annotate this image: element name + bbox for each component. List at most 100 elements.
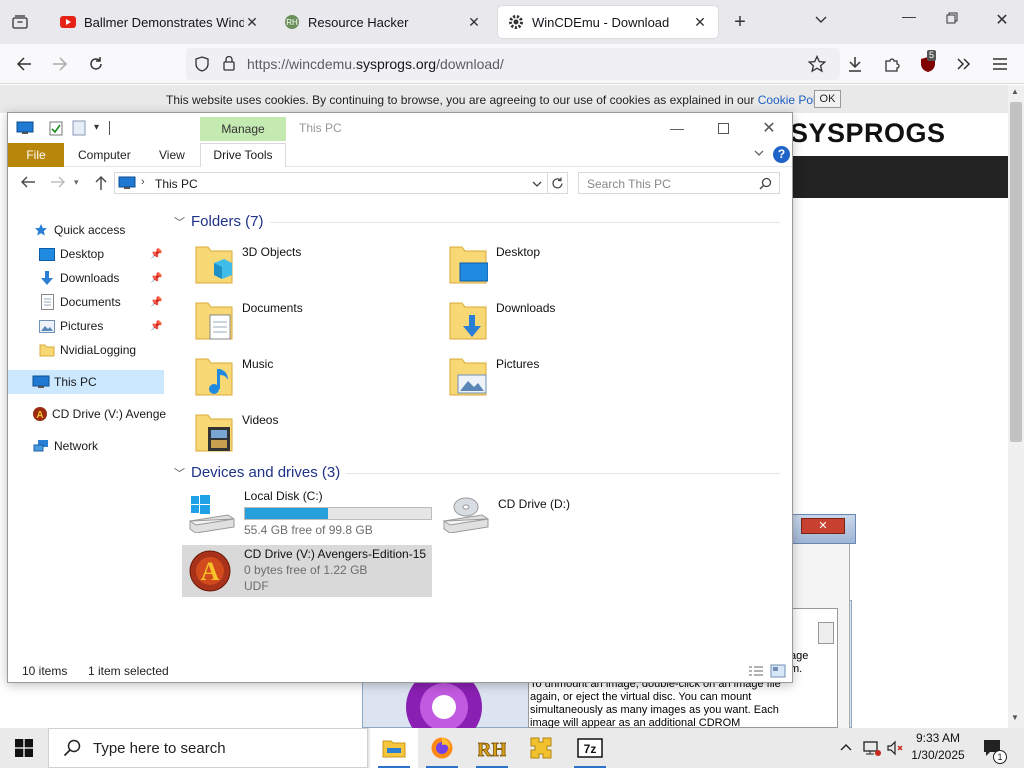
folder-tile-3d-objects[interactable]: 3D Objects bbox=[194, 241, 434, 293]
taskbar-firefox[interactable] bbox=[418, 728, 466, 768]
manage-contextual-tab[interactable]: Manage bbox=[200, 117, 286, 141]
start-button[interactable] bbox=[0, 728, 48, 768]
explorer-titlebar[interactable]: ▾ Manage This PC — ✕ bbox=[8, 113, 792, 145]
svg-text:RH: RH bbox=[478, 739, 506, 760]
resource-hacker-icon: RH bbox=[478, 736, 506, 760]
overflow-chevrons-icon[interactable] bbox=[950, 50, 978, 78]
close-icon[interactable]: ✕ bbox=[746, 113, 792, 143]
recent-locations-chevron-icon[interactable]: ▾ bbox=[74, 177, 79, 188]
ublock-shield-icon[interactable]: 5 bbox=[914, 50, 942, 78]
taskbar-puzzle-app[interactable] bbox=[517, 728, 565, 768]
nav-this-pc[interactable]: This PC bbox=[8, 370, 164, 394]
minimize-icon[interactable]: — bbox=[654, 113, 700, 143]
tab-list-chevron-icon[interactable] bbox=[814, 12, 838, 32]
breadcrumb-this-pc[interactable]: This PC bbox=[155, 177, 198, 191]
network-status-icon[interactable] bbox=[862, 739, 882, 757]
back-arrow-icon[interactable] bbox=[10, 50, 38, 78]
forward-arrow-icon[interactable] bbox=[46, 50, 74, 78]
nav-pictures[interactable]: Pictures bbox=[38, 314, 138, 338]
browser-tab-active[interactable]: WinCDEmu - Download ✕ bbox=[498, 6, 718, 38]
large-icons-view-icon[interactable] bbox=[770, 664, 786, 678]
close-tab-icon[interactable]: ✕ bbox=[244, 14, 260, 30]
svg-text:A: A bbox=[36, 410, 43, 421]
devices-group-header[interactable]: ﹀ Devices and drives (3) bbox=[174, 464, 340, 481]
forward-arrow-icon[interactable] bbox=[50, 175, 66, 189]
collapse-chevron-icon[interactable]: ﹀ bbox=[174, 214, 185, 230]
pin-icon[interactable]: 📌 bbox=[150, 297, 162, 308]
tab-overview-icon[interactable] bbox=[8, 10, 32, 34]
lock-icon[interactable] bbox=[222, 55, 236, 71]
shield-icon[interactable] bbox=[194, 56, 210, 72]
reload-icon[interactable] bbox=[82, 50, 110, 78]
refresh-button[interactable] bbox=[548, 172, 568, 194]
tab-computer[interactable]: Computer bbox=[78, 148, 131, 162]
disk-usage-bar bbox=[244, 507, 432, 520]
breadcrumb-chevron-icon[interactable]: › bbox=[141, 176, 145, 188]
cookie-ok-button[interactable]: OK bbox=[814, 90, 841, 108]
taskbar-resource-hacker[interactable]: RH bbox=[468, 728, 516, 768]
search-icon[interactable] bbox=[759, 177, 772, 190]
close-browser-icon[interactable]: ✕ bbox=[992, 10, 1012, 30]
drive-tile-d[interactable]: CD Drive (D:) bbox=[442, 489, 692, 539]
scroll-down-icon[interactable]: ▼ bbox=[1011, 713, 1019, 722]
folder-tile-downloads[interactable]: Downloads bbox=[448, 297, 688, 349]
drive-tile-c[interactable]: Local Disk (C:) 55.4 GB free of 99.8 GB bbox=[188, 489, 438, 539]
folder-tile-documents[interactable]: Documents bbox=[194, 297, 434, 349]
pin-icon[interactable]: 📌 bbox=[150, 273, 162, 284]
scroll-up-icon[interactable]: ▲ bbox=[1011, 87, 1019, 96]
tab-file[interactable]: File bbox=[8, 143, 64, 167]
pin-icon[interactable]: 📌 bbox=[150, 321, 162, 332]
nav-network[interactable]: Network bbox=[32, 434, 166, 458]
folder-tile-videos[interactable]: Videos bbox=[194, 409, 434, 461]
properties-check-icon[interactable] bbox=[48, 120, 64, 136]
nav-cd-drive-v[interactable]: A CD Drive (V:) Avengers-Edition-15 bbox=[32, 402, 166, 426]
browser-tab[interactable]: RH Resource Hacker ✕ bbox=[274, 6, 492, 38]
nav-quick-access[interactable]: Quick access bbox=[32, 218, 166, 242]
help-icon[interactable]: ? bbox=[773, 146, 790, 163]
search-field[interactable]: Search This PC bbox=[578, 172, 780, 194]
quick-access-toolbar-dropdown-icon[interactable]: ▾ bbox=[94, 122, 99, 133]
taskbar-file-explorer[interactable] bbox=[370, 728, 418, 768]
minimize-browser-icon[interactable]: — bbox=[898, 8, 920, 30]
new-tab-icon[interactable]: + bbox=[728, 10, 752, 34]
taskbar-search-box[interactable]: Type here to search bbox=[48, 728, 368, 768]
up-arrow-icon[interactable] bbox=[94, 175, 108, 191]
folders-group-header[interactable]: ﹀ Folders (7) bbox=[174, 213, 264, 230]
new-folder-icon[interactable] bbox=[72, 120, 86, 136]
illustration-scroll-thumb bbox=[818, 622, 834, 644]
extensions-puzzle-icon[interactable] bbox=[878, 50, 906, 78]
show-hidden-icons-chevron-icon[interactable] bbox=[839, 741, 853, 753]
folder-tile-pictures[interactable]: Pictures bbox=[448, 353, 688, 405]
downloads-icon[interactable] bbox=[841, 50, 869, 78]
tab-drive-tools[interactable]: Drive Tools bbox=[200, 143, 286, 167]
nav-nvidialogging[interactable]: NvidiaLogging bbox=[38, 338, 166, 362]
folder-tile-desktop[interactable]: Desktop bbox=[448, 241, 688, 293]
hamburger-menu-icon[interactable] bbox=[986, 50, 1014, 78]
system-clock[interactable]: 9:33 AM 1/30/2025 bbox=[906, 730, 970, 764]
taskbar-7zip[interactable]: 7z bbox=[566, 728, 614, 768]
expand-ribbon-chevron-icon[interactable] bbox=[753, 147, 765, 159]
nav-documents[interactable]: Documents bbox=[38, 290, 138, 314]
volume-muted-icon[interactable] bbox=[886, 739, 904, 757]
nav-downloads[interactable]: Downloads bbox=[38, 266, 138, 290]
restore-browser-icon[interactable] bbox=[946, 12, 964, 30]
bookmark-star-icon[interactable] bbox=[808, 55, 826, 73]
sysprogs-logo[interactable]: SYSPROGS bbox=[790, 118, 946, 149]
tab-view[interactable]: View bbox=[159, 148, 185, 162]
address-field[interactable]: › This PC bbox=[114, 172, 548, 194]
page-scrollbar-thumb[interactable] bbox=[1010, 102, 1022, 442]
maximize-icon[interactable] bbox=[700, 113, 746, 143]
collapse-chevron-icon[interactable]: ﹀ bbox=[174, 465, 185, 481]
pin-icon[interactable]: 📌 bbox=[150, 249, 162, 260]
close-tab-icon[interactable]: ✕ bbox=[466, 14, 482, 30]
nav-desktop[interactable]: Desktop bbox=[38, 242, 138, 266]
back-arrow-icon[interactable] bbox=[20, 175, 36, 189]
details-view-icon[interactable] bbox=[748, 664, 764, 678]
folder-tile-music[interactable]: Music bbox=[194, 353, 434, 405]
address-bar[interactable]: https://wincdemu.sysprogs.org/download/ bbox=[186, 48, 840, 80]
svg-text:7z: 7z bbox=[584, 742, 597, 756]
close-tab-icon[interactable]: ✕ bbox=[692, 14, 708, 30]
address-dropdown-chevron-icon[interactable] bbox=[531, 178, 543, 190]
browser-tab[interactable]: Ballmer Demonstrates Windows ✕ bbox=[50, 6, 270, 38]
drive-tile-v-selected[interactable]: A CD Drive (V:) Avengers-Edition-15 0 by… bbox=[182, 545, 432, 597]
